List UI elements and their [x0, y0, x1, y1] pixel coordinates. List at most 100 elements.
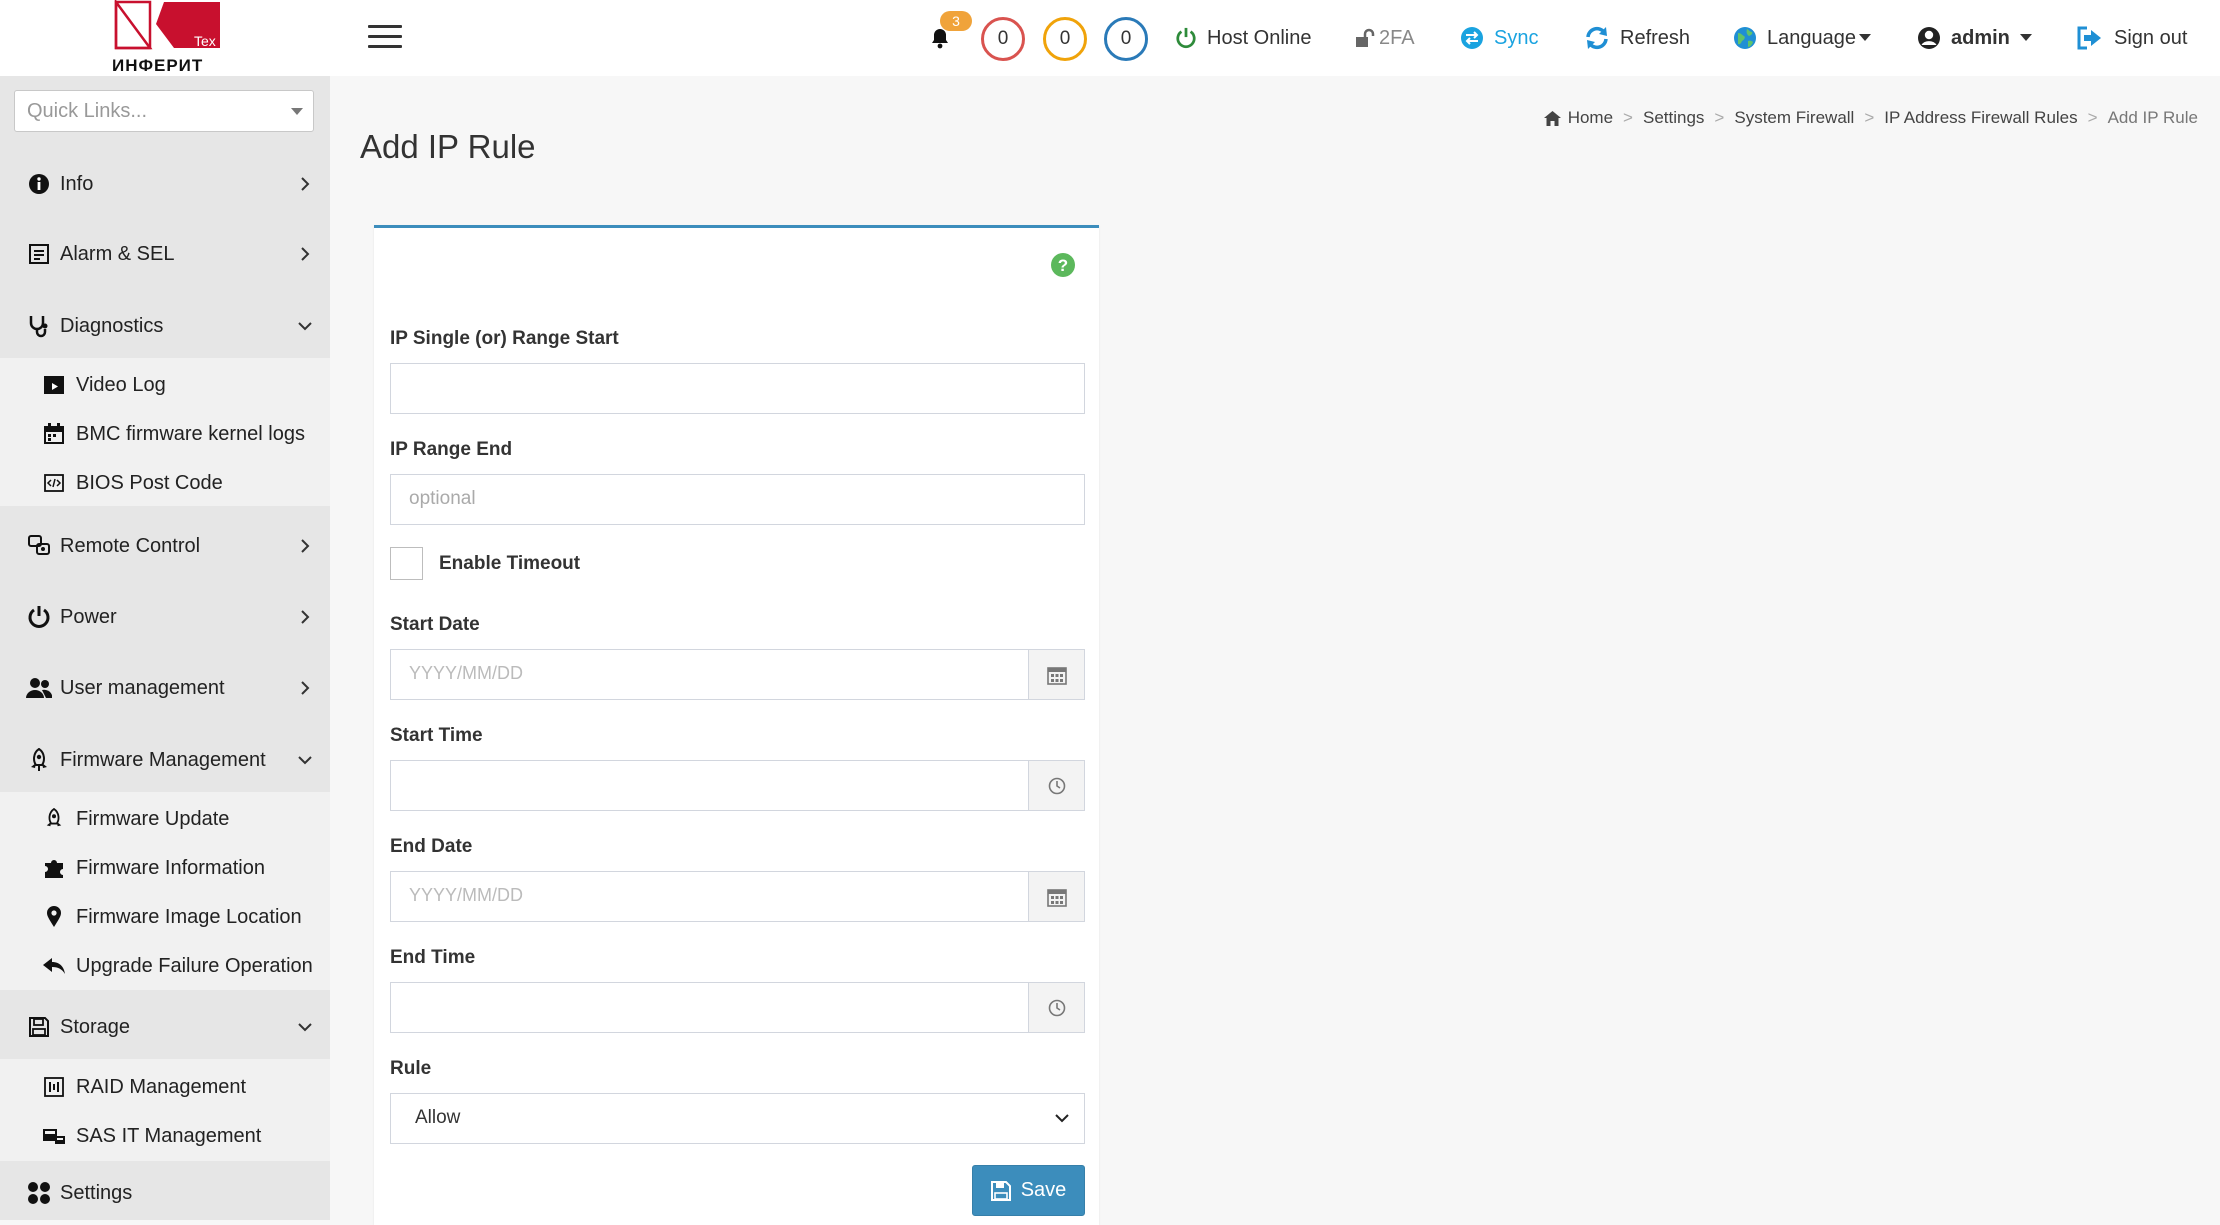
unlock-icon [1356, 28, 1375, 47]
users-icon [26, 675, 52, 701]
sas-icon [42, 1124, 66, 1148]
host-status: Host Online [1175, 0, 1312, 76]
clock-icon [1048, 777, 1065, 794]
start-time-clock-button[interactable] [1028, 761, 1084, 810]
sidebar-item-video-log[interactable]: Video Log [0, 365, 330, 405]
sidebar-item-alarm-sel[interactable]: Alarm & SEL [0, 226, 330, 282]
caret-down-icon [291, 108, 303, 115]
page-title: Add IP Rule [360, 128, 536, 165]
end-time-input[interactable] [390, 982, 1085, 1033]
refresh-button[interactable]: Refresh [1584, 0, 1690, 76]
logo[interactable]: Tex ИНФЕРИТ [0, 0, 330, 76]
breadcrumb-home[interactable]: Home [1568, 108, 1613, 128]
breadcrumb-settings[interactable]: Settings [1643, 108, 1704, 128]
help-icon[interactable]: ? [1050, 252, 1076, 278]
chevron-right-icon [301, 610, 310, 624]
refresh-label: Refresh [1620, 26, 1691, 49]
start-date-calendar-button[interactable] [1028, 650, 1084, 699]
caret-down-icon [2019, 34, 2032, 41]
enable-timeout-checkbox[interactable] [390, 547, 423, 580]
sidebar-item-label: Firmware Management [60, 748, 266, 771]
end-date-label: End Date [390, 836, 473, 857]
save-label: Save [1020, 1179, 1067, 1201]
puzzle-icon [42, 856, 66, 880]
sidebar-item-label: Settings [60, 1181, 133, 1204]
sidebar-item-label: Firmware Image Location [76, 905, 302, 928]
hamburger-menu-icon[interactable] [368, 25, 402, 49]
sidebar-item-sas-it-management[interactable]: SAS IT Management [0, 1116, 330, 1156]
rule-selected-value: Allow [415, 1107, 461, 1128]
end-date-calendar-button[interactable] [1028, 872, 1084, 921]
power-status-icon [1176, 27, 1196, 49]
add-ip-rule-form: ? IP Single (or) Range Start IP Range En… [374, 225, 1099, 1225]
start-time-label: Start Time [390, 725, 483, 746]
sidebar-item-remote-control[interactable]: Remote Control [0, 518, 330, 574]
logo-text: ИНФЕРИТ [112, 56, 204, 75]
sidebar-item-label: BIOS Post Code [76, 471, 223, 494]
top-header: 3 0 0 0 Host Online 2FA Sync Refresh Lan… [330, 0, 2220, 76]
save-button[interactable]: Save [972, 1165, 1085, 1216]
info-events-counter[interactable]: 0 [1104, 17, 1148, 61]
sidebar-item-user-management[interactable]: User management [0, 660, 330, 716]
sidebar-item-storage[interactable]: Storage [0, 999, 330, 1055]
ip-start-input[interactable] [390, 363, 1085, 414]
twofa-button[interactable]: 2FA [1355, 0, 1415, 76]
sidebar-item-info[interactable]: Info [0, 156, 330, 212]
chevron-right-icon [301, 247, 310, 261]
video-icon [42, 373, 66, 397]
warning-events-counter[interactable]: 0 [1043, 17, 1087, 61]
calendar-icon [42, 422, 66, 446]
chevron-down-icon [298, 1023, 312, 1032]
sign-out-button[interactable]: Sign out [2076, 0, 2187, 76]
end-time-clock-button[interactable] [1028, 983, 1084, 1032]
ip-start-label: IP Single (or) Range Start [390, 328, 619, 349]
sidebar-item-label: BMC firmware kernel logs [76, 422, 305, 445]
end-date-input[interactable]: YYYY/MM/DD [390, 871, 1085, 922]
rocket-icon [42, 807, 66, 831]
sync-button[interactable]: Sync [1460, 0, 1538, 76]
start-date-input[interactable]: YYYY/MM/DD [390, 649, 1085, 700]
sidebar-item-firmware-update[interactable]: Firmware Update [0, 799, 330, 839]
sidebar-item-power[interactable]: Power [0, 589, 330, 645]
ip-end-input[interactable]: optional [390, 474, 1085, 525]
sidebar-item-firmware-information[interactable]: Firmware Information [0, 848, 330, 888]
brand-logo-icon: Tex [114, 0, 220, 50]
sidebar-item-label: Storage [60, 1015, 131, 1038]
floppy-icon [26, 1014, 52, 1040]
breadcrumb: Home > Settings > System Firewall > IP A… [1543, 108, 2198, 128]
raid-icon [42, 1075, 66, 1099]
clock-icon [1048, 999, 1065, 1016]
critical-events-counter[interactable]: 0 [981, 17, 1025, 61]
alarm-log-icon [26, 241, 52, 267]
sidebar-item-bmc-kernel-logs[interactable]: BMC firmware kernel logs [0, 414, 330, 454]
breadcrumb-system-firewall[interactable]: System Firewall [1734, 108, 1854, 128]
svg-text:?: ? [1058, 256, 1068, 275]
home-icon [1543, 110, 1561, 126]
sidebar-item-label: User management [60, 676, 225, 699]
quick-links-select[interactable]: Quick Links... [14, 90, 314, 132]
start-time-input[interactable] [390, 760, 1085, 811]
sidebar-item-firmware-management[interactable]: Firmware Management [0, 732, 330, 788]
sidebar-item-firmware-image-location[interactable]: Firmware Image Location [0, 897, 330, 937]
storage-submenu: RAID Management SAS IT Management [0, 1059, 330, 1161]
sidebar-item-label: Power [60, 605, 117, 628]
info-circle-icon [26, 171, 52, 197]
sidebar-item-diagnostics[interactable]: Diagnostics [0, 298, 330, 354]
sidebar-item-upgrade-failure-operation[interactable]: Upgrade Failure Operation [0, 946, 330, 986]
end-date-placeholder: YYYY/MM/DD [409, 885, 524, 905]
user-menu[interactable]: admin [1917, 0, 2032, 76]
rule-select[interactable]: Allow [390, 1093, 1085, 1144]
sidebar-item-label: Video Log [76, 373, 166, 396]
sidebar-item-bios-post-code[interactable]: BIOS Post Code [0, 463, 330, 503]
language-dropdown[interactable]: Language [1733, 0, 1871, 76]
stethoscope-icon [26, 313, 52, 339]
breadcrumb-ip-firewall-rules[interactable]: IP Address Firewall Rules [1884, 108, 2077, 128]
sidebar-item-label: Diagnostics [60, 314, 164, 337]
chevron-right-icon [301, 539, 310, 553]
sidebar-item-label: Alarm & SEL [60, 242, 175, 265]
sidebar-item-settings[interactable]: Settings [0, 1165, 330, 1221]
globe-icon [1734, 27, 1756, 49]
user-name: admin [1951, 26, 2010, 49]
sidebar-item-raid-management[interactable]: RAID Management [0, 1067, 330, 1107]
sidebar-item-label: Info [60, 172, 94, 195]
